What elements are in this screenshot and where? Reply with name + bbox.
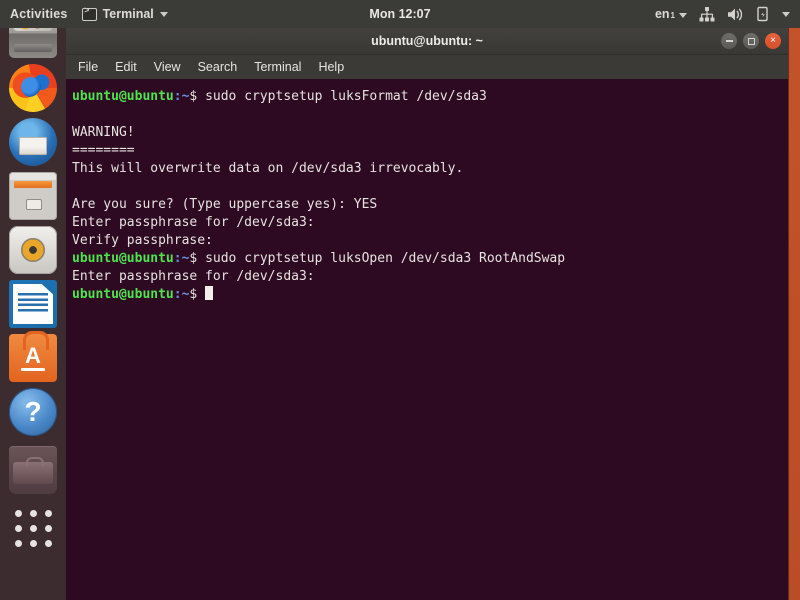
chevron-down-icon bbox=[679, 13, 687, 18]
network-icon[interactable] bbox=[699, 6, 715, 22]
menu-item-help[interactable]: Help bbox=[318, 60, 344, 74]
apps-dot bbox=[29, 509, 37, 517]
minimize-icon bbox=[725, 40, 733, 42]
keyboard-layout-label: en bbox=[654, 7, 670, 21]
terminal-line: WARNING! bbox=[70, 124, 788, 142]
terminal-line: Verify passphrase: bbox=[70, 232, 788, 250]
dock-item-help[interactable] bbox=[9, 388, 57, 436]
close-icon: × bbox=[770, 35, 776, 46]
top-bar: Activities Terminal Mon 12:07 en1 bbox=[0, 0, 800, 28]
keyboard-layout-indicator[interactable]: en 1 bbox=[655, 7, 687, 21]
dock-item-firefox[interactable] bbox=[9, 64, 57, 112]
menu-item-search[interactable]: Search bbox=[198, 60, 238, 74]
window-title: ubuntu@ubuntu: ~ bbox=[371, 34, 483, 48]
terminal-line: ubuntu@ubuntu:~$ sudo cryptsetup luksFor… bbox=[70, 88, 788, 106]
apps-dot bbox=[14, 509, 22, 517]
terminal-window: ubuntu@ubuntu: ~ × File Edit View Search… bbox=[66, 28, 788, 600]
maximize-button[interactable] bbox=[743, 33, 759, 49]
apps-dot bbox=[44, 539, 52, 547]
terminal-line bbox=[70, 106, 788, 124]
dock-item-ubuntu-software[interactable] bbox=[9, 331, 57, 382]
terminal-icon bbox=[81, 6, 97, 21]
show-applications-icon[interactable] bbox=[9, 504, 57, 552]
terminal-line: This will overwrite data on /dev/sda3 ir… bbox=[70, 160, 788, 178]
menu-item-view[interactable]: View bbox=[154, 60, 181, 74]
chevron-down-icon[interactable] bbox=[782, 11, 790, 17]
terminal-prompt-sigil: $ bbox=[189, 89, 206, 104]
terminal-prompt-user: ubuntu@ubuntu bbox=[72, 89, 174, 104]
terminal-prompt-user: ubuntu@ubuntu bbox=[72, 287, 174, 302]
volume-icon[interactable] bbox=[727, 7, 744, 22]
close-button[interactable]: × bbox=[765, 33, 781, 49]
terminal-prompt-user: ubuntu@ubuntu bbox=[72, 251, 174, 266]
battery-icon[interactable] bbox=[756, 6, 770, 22]
terminal-prompt-path: :~ bbox=[173, 251, 190, 266]
terminal-output-text: Are you sure? (Type uppercase yes): YES bbox=[72, 197, 378, 212]
menu-item-edit[interactable]: Edit bbox=[115, 60, 137, 74]
chevron-down-icon bbox=[159, 11, 168, 17]
terminal-prompt-sigil: $ bbox=[189, 287, 206, 302]
terminal-line: ubuntu@ubuntu:~$ bbox=[70, 286, 788, 304]
terminal-command: sudo cryptsetup luksOpen /dev/sda3 RootA… bbox=[205, 251, 566, 266]
dock-item-files[interactable] bbox=[9, 172, 57, 220]
dock-item-libreoffice-writer[interactable] bbox=[9, 280, 57, 328]
terminal-line: Enter passphrase for /dev/sda3: bbox=[70, 268, 788, 286]
apps-dot bbox=[44, 524, 52, 532]
software-icon-bar bbox=[21, 368, 45, 371]
terminal-command: sudo cryptsetup luksFormat /dev/sda3 bbox=[205, 89, 487, 104]
menu-bar: File Edit View Search Terminal Help bbox=[66, 55, 788, 80]
terminal-prompt-sigil: $ bbox=[189, 251, 206, 266]
terminal-prompt-path: :~ bbox=[173, 89, 190, 104]
terminal-output-text: Enter passphrase for /dev/sda3: bbox=[72, 269, 315, 284]
dock bbox=[0, 10, 66, 600]
terminal-output-text: Verify passphrase: bbox=[72, 233, 213, 248]
terminal-line bbox=[70, 178, 788, 196]
activities-button[interactable]: Activities bbox=[10, 7, 68, 21]
terminal-prompt-path: :~ bbox=[173, 287, 190, 302]
menu-item-file[interactable]: File bbox=[78, 60, 98, 74]
apps-dot bbox=[29, 539, 37, 547]
apps-dot bbox=[14, 539, 22, 547]
dock-item-rhythmbox[interactable] bbox=[9, 226, 57, 274]
terminal-line: ubuntu@ubuntu:~$ sudo cryptsetup luksOpe… bbox=[70, 250, 788, 268]
app-menu-terminal[interactable]: Terminal bbox=[81, 6, 168, 21]
maximize-icon bbox=[747, 37, 755, 45]
dock-item-thunderbird[interactable] bbox=[9, 118, 57, 166]
terminal-output-text: Enter passphrase for /dev/sda3: bbox=[72, 215, 315, 230]
terminal-line: Enter passphrase for /dev/sda3: bbox=[70, 214, 788, 232]
apps-dot bbox=[14, 524, 22, 532]
app-menu-label: Terminal bbox=[102, 7, 154, 21]
terminal-cursor bbox=[205, 286, 214, 300]
terminal-line: Are you sure? (Type uppercase yes): YES bbox=[70, 196, 788, 214]
terminal-line: ======== bbox=[70, 142, 788, 160]
terminal-output-area[interactable]: ubuntu@ubuntu:~$ sudo cryptsetup luksFor… bbox=[66, 80, 788, 600]
terminal-output-text: WARNING! bbox=[72, 125, 135, 140]
dock-item-trash[interactable] bbox=[9, 446, 57, 494]
title-bar[interactable]: ubuntu@ubuntu: ~ × bbox=[66, 28, 788, 55]
terminal-output-text: ======== bbox=[72, 143, 135, 158]
menu-item-terminal[interactable]: Terminal bbox=[254, 60, 301, 74]
activities-label: Activities bbox=[10, 7, 68, 21]
keyboard-layout-index: 1 bbox=[670, 11, 675, 20]
apps-dot bbox=[29, 524, 37, 532]
apps-dot bbox=[44, 509, 52, 517]
minimize-button[interactable] bbox=[721, 33, 737, 49]
terminal-output-text: This will overwrite data on /dev/sda3 ir… bbox=[72, 161, 464, 176]
